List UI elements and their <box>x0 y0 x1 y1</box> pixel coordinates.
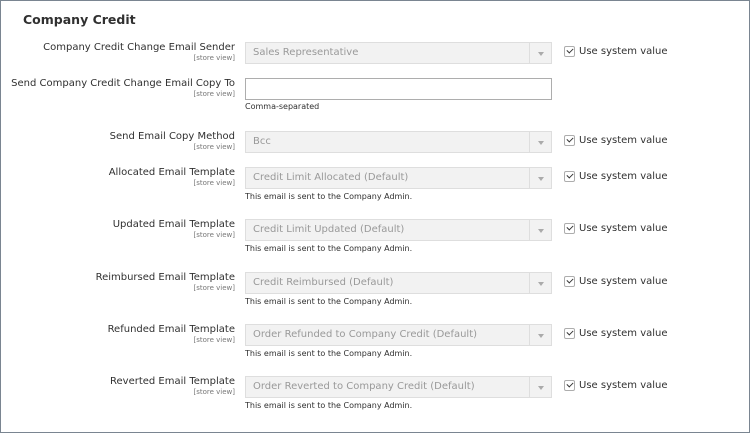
use-system-value-checkbox[interactable]: Use system value <box>564 171 668 182</box>
checkbox-label: Use system value <box>579 171 668 182</box>
field-label: Updated Email Template <box>112 219 235 230</box>
reverted-template-select[interactable]: Order Reverted to Company Credit (Defaul… <box>245 376 552 398</box>
scope-label: [store view] <box>193 90 235 98</box>
chevron-down-icon <box>529 132 551 152</box>
field-note: This email is sent to the Company Admin. <box>245 401 413 410</box>
scope-label: [store view] <box>193 231 235 239</box>
use-system-value-checkbox[interactable]: Use system value <box>564 46 668 57</box>
select-value: Order Refunded to Company Credit (Defaul… <box>253 329 478 340</box>
checkbox-checked-icon[interactable] <box>564 380 575 391</box>
field-label: Send Email Copy Method <box>109 131 235 142</box>
checkbox-label: Use system value <box>579 380 668 391</box>
scope-label: [store view] <box>193 54 235 62</box>
chevron-down-icon <box>529 325 551 345</box>
select-value: Credit Limit Updated (Default) <box>253 224 405 235</box>
chevron-down-icon <box>529 377 551 397</box>
email-copy-to-input[interactable] <box>245 78 552 100</box>
allocated-template-select[interactable]: Credit Limit Allocated (Default) <box>245 167 552 189</box>
scope-label: [store view] <box>193 179 235 187</box>
section-title: Company Credit <box>23 12 136 27</box>
select-value: Order Reverted to Company Credit (Defaul… <box>253 381 475 392</box>
refunded-template-select[interactable]: Order Refunded to Company Credit (Defaul… <box>245 324 552 346</box>
use-system-value-checkbox[interactable]: Use system value <box>564 223 668 234</box>
config-panel: Company Credit Company Credit Change Ema… <box>0 0 750 433</box>
use-system-value-checkbox[interactable]: Use system value <box>564 380 668 391</box>
checkbox-checked-icon[interactable] <box>564 276 575 287</box>
use-system-value-checkbox[interactable]: Use system value <box>564 135 668 146</box>
checkbox-checked-icon[interactable] <box>564 328 575 339</box>
field-label: Company Credit Change Email Sender <box>43 42 235 53</box>
checkbox-checked-icon[interactable] <box>564 223 575 234</box>
use-system-value-checkbox[interactable]: Use system value <box>564 276 668 287</box>
field-label: Send Company Credit Change Email Copy To <box>11 78 235 89</box>
scope-label: [store view] <box>193 143 235 151</box>
checkbox-label: Use system value <box>579 223 668 234</box>
email-sender-select[interactable]: Sales Representative <box>245 42 552 64</box>
use-system-value-checkbox[interactable]: Use system value <box>564 328 668 339</box>
chevron-down-icon <box>529 168 551 188</box>
chevron-down-icon <box>529 43 551 63</box>
field-label: Reimbursed Email Template <box>95 272 235 283</box>
field-label: Reverted Email Template <box>110 376 235 387</box>
select-value: Credit Limit Allocated (Default) <box>253 172 409 183</box>
chevron-down-icon <box>529 220 551 240</box>
field-note: Comma-separated <box>245 102 320 111</box>
scope-label: [store view] <box>193 336 235 344</box>
chevron-down-icon <box>529 273 551 293</box>
field-label: Allocated Email Template <box>108 167 235 178</box>
select-value: Sales Representative <box>253 47 359 58</box>
scope-label: [store view] <box>193 284 235 292</box>
checkbox-label: Use system value <box>579 328 668 339</box>
field-note: This email is sent to the Company Admin. <box>245 192 413 201</box>
select-value: Credit Reimbursed (Default) <box>253 277 394 288</box>
checkbox-checked-icon[interactable] <box>564 135 575 146</box>
field-note: This email is sent to the Company Admin. <box>245 244 413 253</box>
checkbox-label: Use system value <box>579 135 668 146</box>
scope-label: [store view] <box>193 388 235 396</box>
field-note: This email is sent to the Company Admin. <box>245 349 413 358</box>
checkbox-checked-icon[interactable] <box>564 46 575 57</box>
field-note: This email is sent to the Company Admin. <box>245 297 413 306</box>
checkbox-label: Use system value <box>579 46 668 57</box>
copy-method-select[interactable]: Bcc <box>245 131 552 153</box>
checkbox-label: Use system value <box>579 276 668 287</box>
checkbox-checked-icon[interactable] <box>564 171 575 182</box>
reimbursed-template-select[interactable]: Credit Reimbursed (Default) <box>245 272 552 294</box>
updated-template-select[interactable]: Credit Limit Updated (Default) <box>245 219 552 241</box>
field-label: Refunded Email Template <box>107 324 235 335</box>
select-value: Bcc <box>253 136 271 147</box>
